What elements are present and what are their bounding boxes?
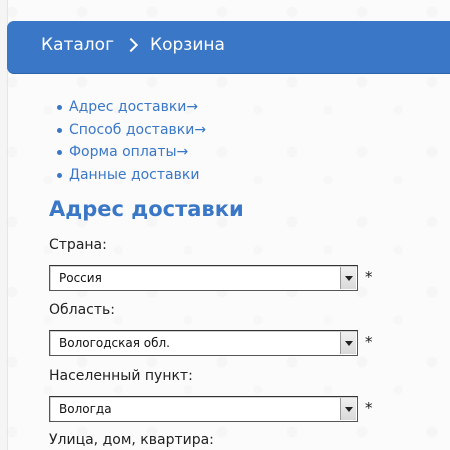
region-required-mark: *	[365, 333, 373, 351]
step-link-delivery-data[interactable]: Данные доставки	[69, 167, 199, 183]
step-item: Данные доставки	[56, 164, 206, 187]
region-select[interactable]: Вологодская обл.	[49, 330, 358, 356]
locality-required-mark: *	[365, 399, 373, 417]
chevron-right-icon	[123, 37, 139, 53]
locality-label: Населенный пункт:	[49, 368, 193, 384]
dropdown-arrow-icon[interactable]	[340, 332, 356, 354]
region-select-value: Вологодская обл.	[59, 336, 170, 350]
dropdown-arrow-icon[interactable]	[340, 398, 356, 420]
checkout-steps: Адрес доставки→ Способ доставки→ Форма о…	[56, 96, 206, 186]
region-label: Область:	[49, 302, 116, 318]
step-item: Способ доставки→	[56, 119, 206, 142]
locality-select[interactable]: Вологда	[49, 396, 358, 422]
country-select-value: Россия	[59, 271, 102, 285]
locality-select-value: Вологда	[59, 402, 112, 416]
section-title: Адрес доставки	[49, 197, 244, 221]
step-item: Форма оплаты→	[56, 141, 206, 164]
breadcrumb-cart[interactable]: Корзина	[150, 35, 225, 55]
step-link-payment[interactable]: Форма оплаты→	[69, 144, 188, 160]
step-link-delivery-method[interactable]: Способ доставки→	[69, 122, 206, 138]
step-item: Адрес доставки→	[56, 96, 206, 119]
dropdown-arrow-icon[interactable]	[340, 267, 356, 289]
country-required-mark: *	[365, 268, 373, 286]
country-select[interactable]: Россия	[49, 265, 358, 291]
breadcrumb-catalog[interactable]: Каталог	[41, 35, 114, 55]
street-label: Улица, дом, квартира:	[49, 432, 214, 448]
step-link-address[interactable]: Адрес доставки→	[69, 99, 198, 115]
breadcrumb: Каталог Корзина	[41, 35, 225, 55]
header-bar: Каталог Корзина	[7, 21, 450, 74]
country-label: Страна:	[49, 237, 107, 253]
